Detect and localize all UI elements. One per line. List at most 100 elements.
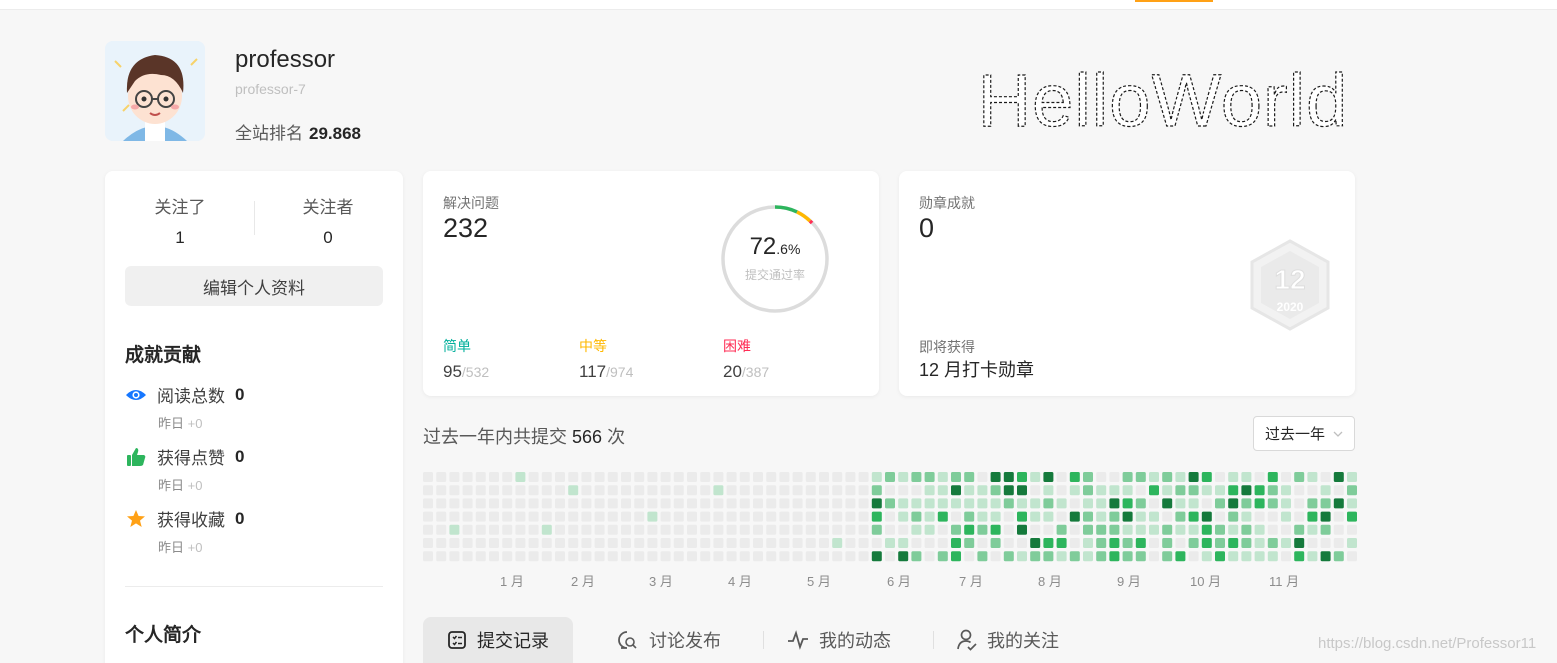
heatmap-cell[interactable] [423, 485, 433, 496]
heatmap-cell[interactable] [1307, 498, 1318, 509]
heatmap-cell[interactable] [1135, 538, 1146, 548]
heatmap-cell[interactable] [436, 538, 447, 548]
tab-submissions[interactable]: 提交记录 [423, 617, 573, 663]
heatmap-cell[interactable] [489, 511, 499, 522]
heatmap-cell[interactable] [475, 498, 486, 509]
heatmap-cell[interactable] [726, 511, 737, 522]
heatmap-cell[interactable] [1162, 551, 1173, 562]
heatmap-cell[interactable] [555, 498, 565, 509]
heatmap-cell[interactable] [779, 472, 790, 482]
heatmap-cell[interactable] [634, 551, 645, 562]
heatmap-cell[interactable] [1175, 511, 1186, 522]
heatmap-cell[interactable] [1281, 498, 1291, 509]
year-range-select[interactable]: 过去一年 [1253, 416, 1355, 451]
heatmap-cell[interactable] [1307, 551, 1318, 562]
heatmap-cell[interactable] [977, 472, 988, 482]
heatmap-cell[interactable] [1096, 551, 1107, 562]
heatmap-cell[interactable] [964, 538, 975, 548]
heatmap-cell[interactable] [502, 538, 513, 548]
heatmap-cell[interactable] [647, 498, 658, 509]
heatmap-cell[interactable] [858, 511, 869, 522]
heatmap-cell[interactable] [1201, 538, 1212, 548]
heatmap-cell[interactable] [805, 511, 816, 522]
heatmap-cell[interactable] [1162, 498, 1173, 509]
heatmap-cell[interactable] [515, 551, 526, 562]
heatmap-cell[interactable] [687, 524, 697, 535]
heatmap-cell[interactable] [951, 524, 961, 535]
heatmap-cell[interactable] [819, 498, 829, 509]
heatmap-cell[interactable] [1109, 551, 1120, 562]
heatmap-cell[interactable] [489, 472, 499, 482]
heatmap-cell[interactable] [528, 498, 539, 509]
heatmap-cell[interactable] [766, 498, 777, 509]
heatmap-cell[interactable] [911, 538, 922, 548]
heatmap-cell[interactable] [1307, 538, 1318, 548]
heatmap-cell[interactable] [739, 485, 750, 496]
heatmap-cell[interactable] [1017, 498, 1027, 509]
heatmap-cell[interactable] [1228, 485, 1239, 496]
heatmap-cell[interactable] [845, 498, 856, 509]
heatmap-cell[interactable] [1122, 524, 1133, 535]
heatmap-cell[interactable] [1149, 524, 1159, 535]
heatmap-cell[interactable] [1241, 524, 1252, 535]
heatmap-cell[interactable] [1320, 524, 1331, 535]
heatmap-cell[interactable] [1175, 551, 1186, 562]
heatmap-cell[interactable] [528, 485, 539, 496]
heatmap-cell[interactable] [621, 551, 631, 562]
heatmap-cell[interactable] [858, 524, 869, 535]
heatmap-cell[interactable] [739, 472, 750, 482]
heatmap-cell[interactable] [1333, 511, 1344, 522]
heatmap-cell[interactable] [1056, 524, 1067, 535]
heatmap-cell[interactable] [819, 472, 829, 482]
heatmap-cell[interactable] [1281, 551, 1291, 562]
heatmap-cell[interactable] [1149, 472, 1159, 482]
heatmap-cell[interactable] [436, 498, 447, 509]
heatmap-cell[interactable] [1228, 498, 1239, 509]
heatmap-cell[interactable] [1135, 511, 1146, 522]
heatmap-cell[interactable] [1281, 485, 1291, 496]
heatmap-cell[interactable] [607, 472, 618, 482]
heatmap-cell[interactable] [541, 524, 552, 535]
heatmap-cell[interactable] [753, 498, 763, 509]
heatmap-cell[interactable] [1294, 538, 1305, 548]
heatmap-cell[interactable] [819, 538, 829, 548]
heatmap-cell[interactable] [660, 551, 671, 562]
heatmap-cell[interactable] [1294, 498, 1305, 509]
heatmap-cell[interactable] [1215, 472, 1225, 482]
heatmap-cell[interactable] [594, 472, 605, 482]
heatmap-cell[interactable] [1096, 498, 1107, 509]
heatmap-cell[interactable] [1003, 524, 1014, 535]
heatmap-cell[interactable] [594, 498, 605, 509]
heatmap-cell[interactable] [475, 551, 486, 562]
heatmap-cell[interactable] [924, 511, 935, 522]
heatmap-cell[interactable] [1043, 485, 1054, 496]
heatmap-cell[interactable] [489, 485, 499, 496]
heatmap-cell[interactable] [1333, 472, 1344, 482]
heatmap-cell[interactable] [594, 485, 605, 496]
heatmap-cell[interactable] [515, 485, 526, 496]
heatmap-cell[interactable] [555, 485, 565, 496]
heatmap-cell[interactable] [462, 551, 473, 562]
heatmap-cell[interactable] [1254, 485, 1265, 496]
heatmap-cell[interactable] [977, 551, 988, 562]
heatmap-cell[interactable] [1267, 498, 1278, 509]
heatmap-cell[interactable] [911, 485, 922, 496]
heatmap-cell[interactable] [423, 498, 433, 509]
heatmap-cell[interactable] [713, 551, 724, 562]
heatmap-cell[interactable] [1175, 498, 1186, 509]
heatmap-cell[interactable] [594, 538, 605, 548]
heatmap-cell[interactable] [436, 551, 447, 562]
heatmap-cell[interactable] [462, 472, 473, 482]
heatmap-cell[interactable] [1254, 511, 1265, 522]
heatmap-cell[interactable] [502, 551, 513, 562]
heatmap-cell[interactable] [502, 472, 513, 482]
heatmap-cell[interactable] [1267, 485, 1278, 496]
heatmap-cell[interactable] [1254, 524, 1265, 535]
heatmap-cell[interactable] [1228, 551, 1239, 562]
heatmap-cell[interactable] [1149, 498, 1159, 509]
heatmap-cell[interactable] [937, 538, 948, 548]
heatmap-cell[interactable] [885, 511, 895, 522]
heatmap-cell[interactable] [1201, 551, 1212, 562]
heatmap-cell[interactable] [1201, 498, 1212, 509]
heatmap-cell[interactable] [951, 551, 961, 562]
